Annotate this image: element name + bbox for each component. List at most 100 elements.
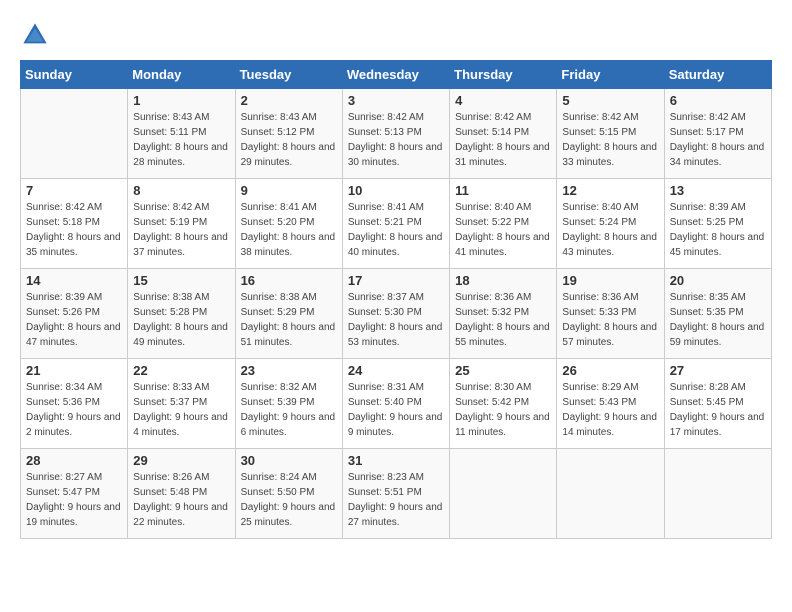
day-number: 4 [455, 93, 551, 108]
page-header [20, 20, 772, 50]
header-tuesday: Tuesday [235, 61, 342, 89]
day-detail: Sunrise: 8:36 AMSunset: 5:32 PMDaylight:… [455, 290, 551, 350]
day-detail: Sunrise: 8:24 AMSunset: 5:50 PMDaylight:… [241, 470, 337, 530]
calendar-header-row: SundayMondayTuesdayWednesdayThursdayFrid… [21, 61, 772, 89]
calendar-cell: 23 Sunrise: 8:32 AMSunset: 5:39 PMDayligh… [235, 359, 342, 449]
day-detail: Sunrise: 8:40 AMSunset: 5:22 PMDaylight:… [455, 200, 551, 260]
day-detail: Sunrise: 8:43 AMSunset: 5:12 PMDaylight:… [241, 110, 337, 170]
calendar-cell: 25Sunrise: 8:30 AMSunset: 5:42 PMDayligh… [450, 359, 557, 449]
day-detail: Sunrise: 8:40 AMSunset: 5:24 PMDaylight:… [562, 200, 658, 260]
calendar-cell: 13 Sunrise: 8:39 AMSunset: 5:25 PMDayligh… [664, 179, 771, 269]
day-number: 23 [241, 363, 337, 378]
day-number: 24 [348, 363, 444, 378]
day-number: 12 [562, 183, 658, 198]
day-detail: Sunrise: 8:39 AMSunset: 5:26 PMDaylight:… [26, 290, 122, 350]
day-number: 21 [26, 363, 122, 378]
day-detail: Sunrise: 8:38 AMSunset: 5:29 PMDaylight:… [241, 290, 337, 350]
day-detail: Sunrise: 8:27 AMSunset: 5:47 PMDaylight:… [26, 470, 122, 530]
day-number: 27 [670, 363, 766, 378]
calendar-cell: 15 Sunrise: 8:38 AMSunset: 5:28 PMDayligh… [128, 269, 235, 359]
calendar-week-row: 1 Sunrise: 8:43 AMSunset: 5:11 PMDaylight… [21, 89, 772, 179]
calendar-cell: 22 Sunrise: 8:33 AMSunset: 5:37 PMDayligh… [128, 359, 235, 449]
day-detail: Sunrise: 8:32 AMSunset: 5:39 PMDaylight:… [241, 380, 337, 440]
calendar-table: SundayMondayTuesdayWednesdayThursdayFrid… [20, 60, 772, 539]
calendar-week-row: 28 Sunrise: 8:27 AMSunset: 5:47 PMDayligh… [21, 449, 772, 539]
day-number: 28 [26, 453, 122, 468]
day-number: 3 [348, 93, 444, 108]
logo [20, 20, 54, 50]
header-friday: Friday [557, 61, 664, 89]
calendar-cell: 6 Sunrise: 8:42 AMSunset: 5:17 PMDaylight… [664, 89, 771, 179]
header-thursday: Thursday [450, 61, 557, 89]
day-detail: Sunrise: 8:34 AMSunset: 5:36 PMDaylight:… [26, 380, 122, 440]
calendar-cell: 27 Sunrise: 8:28 AMSunset: 5:45 PMDayligh… [664, 359, 771, 449]
day-number: 20 [670, 273, 766, 288]
calendar-cell: 29 Sunrise: 8:26 AMSunset: 5:48 PMDayligh… [128, 449, 235, 539]
header-sunday: Sunday [21, 61, 128, 89]
day-detail: Sunrise: 8:28 AMSunset: 5:45 PMDaylight:… [670, 380, 766, 440]
header-monday: Monday [128, 61, 235, 89]
calendar-cell: 24 Sunrise: 8:31 AMSunset: 5:40 PMDayligh… [342, 359, 449, 449]
calendar-cell: 16 Sunrise: 8:38 AMSunset: 5:29 PMDayligh… [235, 269, 342, 359]
calendar-cell: 26Sunrise: 8:29 AMSunset: 5:43 PMDayligh… [557, 359, 664, 449]
day-detail: Sunrise: 8:42 AMSunset: 5:14 PMDaylight:… [455, 110, 551, 170]
day-number: 26 [562, 363, 658, 378]
day-number: 6 [670, 93, 766, 108]
day-number: 7 [26, 183, 122, 198]
calendar-cell [557, 449, 664, 539]
calendar-cell: 30 Sunrise: 8:24 AMSunset: 5:50 PMDayligh… [235, 449, 342, 539]
day-detail: Sunrise: 8:33 AMSunset: 5:37 PMDaylight:… [133, 380, 229, 440]
calendar-week-row: 7 Sunrise: 8:42 AMSunset: 5:18 PMDaylight… [21, 179, 772, 269]
day-number: 14 [26, 273, 122, 288]
calendar-week-row: 14 Sunrise: 8:39 AMSunset: 5:26 PMDayligh… [21, 269, 772, 359]
calendar-cell [664, 449, 771, 539]
day-detail: Sunrise: 8:38 AMSunset: 5:28 PMDaylight:… [133, 290, 229, 350]
calendar-cell: 31 Sunrise: 8:23 AMSunset: 5:51 PMDayligh… [342, 449, 449, 539]
day-detail: Sunrise: 8:36 AMSunset: 5:33 PMDaylight:… [562, 290, 658, 350]
day-detail: Sunrise: 8:42 AMSunset: 5:15 PMDaylight:… [562, 110, 658, 170]
header-saturday: Saturday [664, 61, 771, 89]
day-detail: Sunrise: 8:37 AMSunset: 5:30 PMDaylight:… [348, 290, 444, 350]
day-number: 22 [133, 363, 229, 378]
logo-icon [20, 20, 50, 50]
day-number: 19 [562, 273, 658, 288]
calendar-cell: 5 Sunrise: 8:42 AMSunset: 5:15 PMDaylight… [557, 89, 664, 179]
day-detail: Sunrise: 8:42 AMSunset: 5:18 PMDaylight:… [26, 200, 122, 260]
day-number: 9 [241, 183, 337, 198]
day-number: 5 [562, 93, 658, 108]
day-detail: Sunrise: 8:43 AMSunset: 5:11 PMDaylight:… [133, 110, 229, 170]
calendar-cell: 12 Sunrise: 8:40 AMSunset: 5:24 PMDayligh… [557, 179, 664, 269]
day-detail: Sunrise: 8:31 AMSunset: 5:40 PMDaylight:… [348, 380, 444, 440]
day-detail: Sunrise: 8:30 AMSunset: 5:42 PMDaylight:… [455, 380, 551, 440]
calendar-cell: 1 Sunrise: 8:43 AMSunset: 5:11 PMDaylight… [128, 89, 235, 179]
day-detail: Sunrise: 8:26 AMSunset: 5:48 PMDaylight:… [133, 470, 229, 530]
calendar-cell: 20Sunrise: 8:35 AMSunset: 5:35 PMDayligh… [664, 269, 771, 359]
calendar-cell [21, 89, 128, 179]
day-detail: Sunrise: 8:42 AMSunset: 5:17 PMDaylight:… [670, 110, 766, 170]
day-number: 30 [241, 453, 337, 468]
day-number: 16 [241, 273, 337, 288]
day-number: 2 [241, 93, 337, 108]
day-number: 17 [348, 273, 444, 288]
day-number: 31 [348, 453, 444, 468]
calendar-cell: 8Sunrise: 8:42 AMSunset: 5:19 PMDaylight… [128, 179, 235, 269]
calendar-cell [450, 449, 557, 539]
day-detail: Sunrise: 8:42 AMSunset: 5:13 PMDaylight:… [348, 110, 444, 170]
day-number: 13 [670, 183, 766, 198]
calendar-cell: 11Sunrise: 8:40 AMSunset: 5:22 PMDayligh… [450, 179, 557, 269]
day-number: 18 [455, 273, 551, 288]
calendar-cell: 10Sunrise: 8:41 AMSunset: 5:21 PMDayligh… [342, 179, 449, 269]
calendar-cell: 7 Sunrise: 8:42 AMSunset: 5:18 PMDaylight… [21, 179, 128, 269]
calendar-cell: 28 Sunrise: 8:27 AMSunset: 5:47 PMDayligh… [21, 449, 128, 539]
calendar-cell: 19 Sunrise: 8:36 AMSunset: 5:33 PMDayligh… [557, 269, 664, 359]
calendar-week-row: 21 Sunrise: 8:34 AMSunset: 5:36 PMDayligh… [21, 359, 772, 449]
day-detail: Sunrise: 8:23 AMSunset: 5:51 PMDaylight:… [348, 470, 444, 530]
day-detail: Sunrise: 8:41 AMSunset: 5:21 PMDaylight:… [348, 200, 444, 260]
day-number: 8 [133, 183, 229, 198]
day-number: 15 [133, 273, 229, 288]
calendar-cell: 4 Sunrise: 8:42 AMSunset: 5:14 PMDaylight… [450, 89, 557, 179]
day-number: 29 [133, 453, 229, 468]
day-number: 1 [133, 93, 229, 108]
day-detail: Sunrise: 8:39 AMSunset: 5:25 PMDaylight:… [670, 200, 766, 260]
calendar-cell: 9Sunrise: 8:41 AMSunset: 5:20 PMDaylight… [235, 179, 342, 269]
